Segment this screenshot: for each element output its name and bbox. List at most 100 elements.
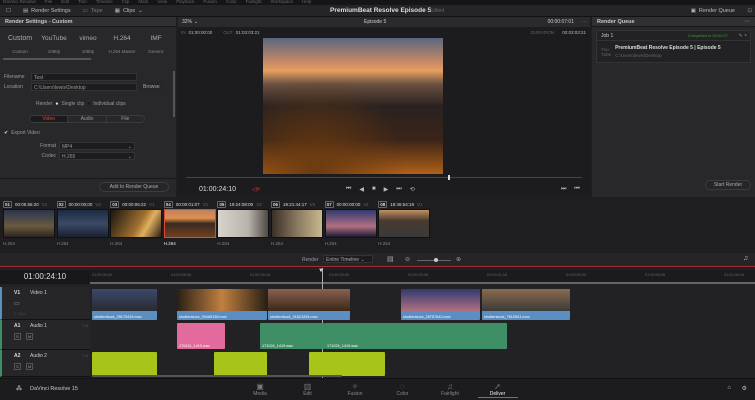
stop-button[interactable]: ■ bbox=[372, 186, 376, 193]
track-header-A2[interactable]: A2 Audio 2 2.0 S M bbox=[0, 350, 90, 377]
audio-clip[interactable]: 170411_1410.wav bbox=[177, 323, 225, 349]
clip-thumbnail[interactable]: 01 00:05:56:20 V1 H.264 bbox=[3, 200, 55, 246]
viewer-image bbox=[263, 38, 443, 174]
codec-label: Codec bbox=[41, 153, 56, 159]
audio-clip-a2[interactable] bbox=[309, 352, 385, 376]
timeline-timecode: 01:00:24:10 bbox=[0, 270, 90, 284]
format-select[interactable]: MP4 ⌄ bbox=[59, 142, 135, 150]
page-fairlight[interactable]: ♫ Fairlight bbox=[430, 382, 470, 397]
preset-label: Custom bbox=[12, 49, 28, 54]
codec-select[interactable]: H.265 ⌄ bbox=[59, 152, 135, 160]
clip-name: 170411_1410.wav bbox=[179, 344, 210, 348]
jump-start-button[interactable]: ⏮ bbox=[346, 186, 351, 193]
reverse-button[interactable]: ◀ bbox=[359, 186, 364, 193]
monitor-icon[interactable]: ▭ bbox=[14, 300, 20, 307]
individual-clips-label: Individual clips bbox=[93, 101, 126, 107]
timeline-scrollbar-top[interactable] bbox=[90, 282, 755, 284]
project-manager-icon[interactable]: ⌂ bbox=[727, 385, 731, 391]
audio-clip[interactable]: 171024_1419.wav bbox=[260, 323, 325, 349]
clip-image bbox=[56, 209, 109, 238]
timeline-scrollbar[interactable] bbox=[92, 375, 342, 377]
page-media[interactable]: ▣ Media bbox=[240, 382, 280, 397]
preset-icon: YouTube bbox=[41, 35, 67, 42]
next-edit-button[interactable]: ⏮ bbox=[574, 186, 579, 193]
filename-input[interactable]: Test bbox=[31, 73, 137, 81]
audio-meter-icon[interactable]: ♫ bbox=[743, 255, 748, 262]
mute-button[interactable]: M bbox=[26, 363, 34, 370]
preset-2[interactable]: vimeo 1080p bbox=[71, 35, 105, 54]
clip-thumbnail[interactable]: 05 19:24:08:00 V2 H.264 bbox=[217, 200, 270, 246]
queue-options-button[interactable]: ··· bbox=[745, 19, 751, 25]
render-job[interactable]: Job 1 Completed in 00:00:07 ✎ × You Tube Pre… bbox=[596, 30, 751, 63]
render-range-select[interactable]: Entire Timeline ⌄ bbox=[323, 255, 373, 263]
scrubber-playhead[interactable] bbox=[448, 175, 450, 180]
presets-scrollbar[interactable] bbox=[3, 58, 91, 60]
settings-scrollbar[interactable] bbox=[173, 71, 175, 117]
video-clip[interactable]: shutterstock_31621254.mov bbox=[268, 289, 350, 320]
settings-icon[interactable]: ⚙ bbox=[742, 385, 747, 392]
clip-count: 5 Clips bbox=[14, 311, 27, 316]
tab-audio[interactable]: Audio bbox=[67, 116, 105, 122]
audio-clip-a2[interactable] bbox=[214, 352, 267, 376]
clips-button[interactable]: ▦ Clips ⌄ bbox=[109, 8, 149, 14]
clip-thumbnail[interactable]: 04 00:00:01:07 V1 H.264 bbox=[163, 200, 216, 246]
track-name: Audio 2 bbox=[30, 353, 47, 359]
play-button[interactable]: ▶ bbox=[384, 186, 389, 193]
preset-0[interactable]: Custom Custom bbox=[3, 35, 37, 54]
page-color[interactable]: ◌ Color bbox=[383, 382, 423, 397]
jump-end-button[interactable]: ⏭ bbox=[396, 186, 401, 193]
timeline-select[interactable]: Episode 5 bbox=[364, 19, 386, 25]
solo-button[interactable]: S bbox=[14, 363, 21, 370]
track-header-V1[interactable]: V1 Video 1 ▭ 5 Clips bbox=[0, 287, 90, 320]
page-fusion[interactable]: ✧ Fusion bbox=[335, 382, 375, 397]
audio-clip-a2[interactable] bbox=[92, 352, 157, 376]
clip-thumbnail[interactable]: 06 19:21:44:17 V2 H.264 bbox=[271, 200, 323, 246]
preset-4[interactable]: IMF Generic bbox=[139, 35, 173, 54]
clip-codec: H.264 bbox=[56, 241, 69, 246]
export-video-checkbox[interactable]: ✔ bbox=[4, 130, 8, 136]
clip-thumbnail[interactable]: 03 00:00:06:22 V1 H.264 bbox=[110, 200, 163, 246]
zoom-in-icon[interactable]: ⊕ bbox=[456, 256, 461, 263]
individual-clips-radio[interactable]: ● bbox=[87, 101, 90, 107]
loop-button[interactable]: ⟲ bbox=[410, 186, 415, 193]
mute-button[interactable]: M bbox=[26, 333, 34, 340]
viewer-scrubber[interactable] bbox=[186, 177, 582, 178]
zoom-slider-handle[interactable] bbox=[434, 258, 438, 262]
video-clip[interactable]: shutterstock_26757642.mov bbox=[401, 289, 480, 320]
solo-button[interactable]: S bbox=[14, 333, 21, 340]
tape-button[interactable]: ▭ Tape bbox=[77, 8, 109, 14]
zoom-out-icon[interactable]: ⊖ bbox=[405, 256, 410, 263]
zoom-select[interactable]: 32% bbox=[182, 19, 192, 25]
tab-file[interactable]: File bbox=[105, 116, 144, 122]
job-edit-delete[interactable]: ✎ × bbox=[739, 33, 748, 39]
toggle-panel-button[interactable]: ☐ bbox=[0, 8, 17, 14]
track-header-A1[interactable]: A1 Audio 1 2.0 S M bbox=[0, 320, 90, 350]
browse-button[interactable]: Browse bbox=[140, 83, 163, 91]
playhead-handle[interactable]: ▼ bbox=[318, 268, 324, 274]
page-deliver[interactable]: ➚ Deliver bbox=[477, 382, 518, 398]
preset-label: Generic bbox=[148, 49, 164, 54]
render-queue-button[interactable]: ▣ Render Queue bbox=[685, 8, 741, 14]
video-clip[interactable]: shutterstock_25170419.mov bbox=[92, 289, 157, 320]
tab-video[interactable]: Video bbox=[30, 116, 68, 122]
video-clip[interactable]: shutterstock_7612541.mov bbox=[482, 289, 570, 320]
preset-label: 1080p bbox=[47, 49, 61, 54]
add-to-render-queue-button[interactable]: Add to Render Queue bbox=[99, 182, 169, 192]
mute-icon[interactable]: ◁× bbox=[252, 186, 260, 193]
timeline-view-icon[interactable]: ▤ bbox=[387, 255, 394, 263]
preset-1[interactable]: YouTube 1080p bbox=[37, 35, 71, 54]
fullscreen-button[interactable]: ⊡ bbox=[747, 8, 752, 14]
clip-thumbnail[interactable]: 08 18:46:54:19 V1 H.264 bbox=[378, 200, 431, 246]
viewer-options-button[interactable]: ··· bbox=[582, 19, 587, 25]
video-clip[interactable]: shutterstock_30469135.mov bbox=[177, 289, 267, 320]
clip-thumbnail[interactable]: 07 00:00:00:00 V1 H.264 bbox=[324, 200, 377, 246]
audio-clip[interactable]: 171024_1419.wav bbox=[325, 323, 507, 349]
single-clip-radio[interactable]: ● bbox=[55, 101, 58, 107]
render-settings-button[interactable]: ▤ Render Settings bbox=[17, 8, 77, 14]
clip-thumbnail[interactable]: 02 00:00:00;00 V2 H.264 bbox=[56, 200, 109, 246]
prev-edit-button[interactable]: ⏭ bbox=[561, 186, 566, 193]
preset-3[interactable]: H.264 H.264 Master bbox=[105, 35, 139, 54]
location-input[interactable]: C:\Users\lewis\Desktop bbox=[31, 83, 137, 91]
page-edit[interactable]: ▥ Edit bbox=[288, 382, 328, 397]
start-render-button[interactable]: Start Render bbox=[705, 180, 751, 190]
